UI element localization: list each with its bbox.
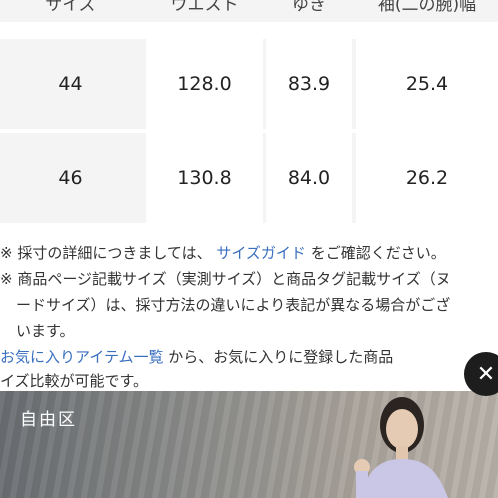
cell-sleeve-width: 26.2 (356, 133, 498, 223)
note-favorites: お気に入りアイテム一覧 から、お気に入りに登録した商品 (0, 344, 393, 370)
cell-waist: 130.8 (146, 133, 263, 223)
note-size-guide: ※ 採寸の詳細につきましては、 サイズガイド をご確認ください。 (0, 240, 446, 266)
cell-yuki: 84.0 (266, 133, 352, 223)
note-text: ※ 採寸の詳細につきましては、 (0, 244, 212, 262)
table-row: 44 128.0 83.9 25.4 (0, 39, 498, 129)
cell-yuki: 83.9 (266, 39, 352, 129)
favorites-list-link[interactable]: お気に入りアイテム一覧 (0, 348, 164, 366)
note-line: います。 (16, 322, 75, 340)
note-text: から、お気に入りに登録した商品 (168, 348, 394, 366)
cell-size: 46 (58, 167, 83, 189)
note-line: ※ 商品ページ記載サイズ（実測サイズ）と商品タグ記載サイズ（ヌ (0, 270, 451, 288)
table-header-row: サイズ ウエスト ゆき 袖(二の腕)幅 (0, 0, 498, 22)
note-text: をご確認ください。 (310, 244, 446, 262)
close-ad-button[interactable]: ✕ (464, 352, 498, 396)
cell-sleeve-width: 25.4 (356, 39, 498, 129)
header-sleeve-width: 袖(二の腕)幅 (356, 0, 498, 22)
ad-banner[interactable]: 自由区 (0, 391, 498, 498)
size-guide-link[interactable]: サイズガイド (216, 244, 306, 262)
ad-model-image (354, 397, 448, 498)
ad-brand-logo: 自由区 (20, 410, 77, 430)
header-waist: ウエスト (146, 0, 263, 22)
note-line: ードサイズ）は、採寸方法の違いにより表記が異なる場合がござ (16, 296, 451, 314)
cell-waist: 128.0 (146, 39, 263, 129)
cell-size: 44 (58, 73, 83, 95)
header-size: サイズ (0, 0, 141, 22)
table-row: 46 130.8 84.0 26.2 (0, 133, 498, 223)
header-yuki: ゆき (266, 0, 352, 22)
